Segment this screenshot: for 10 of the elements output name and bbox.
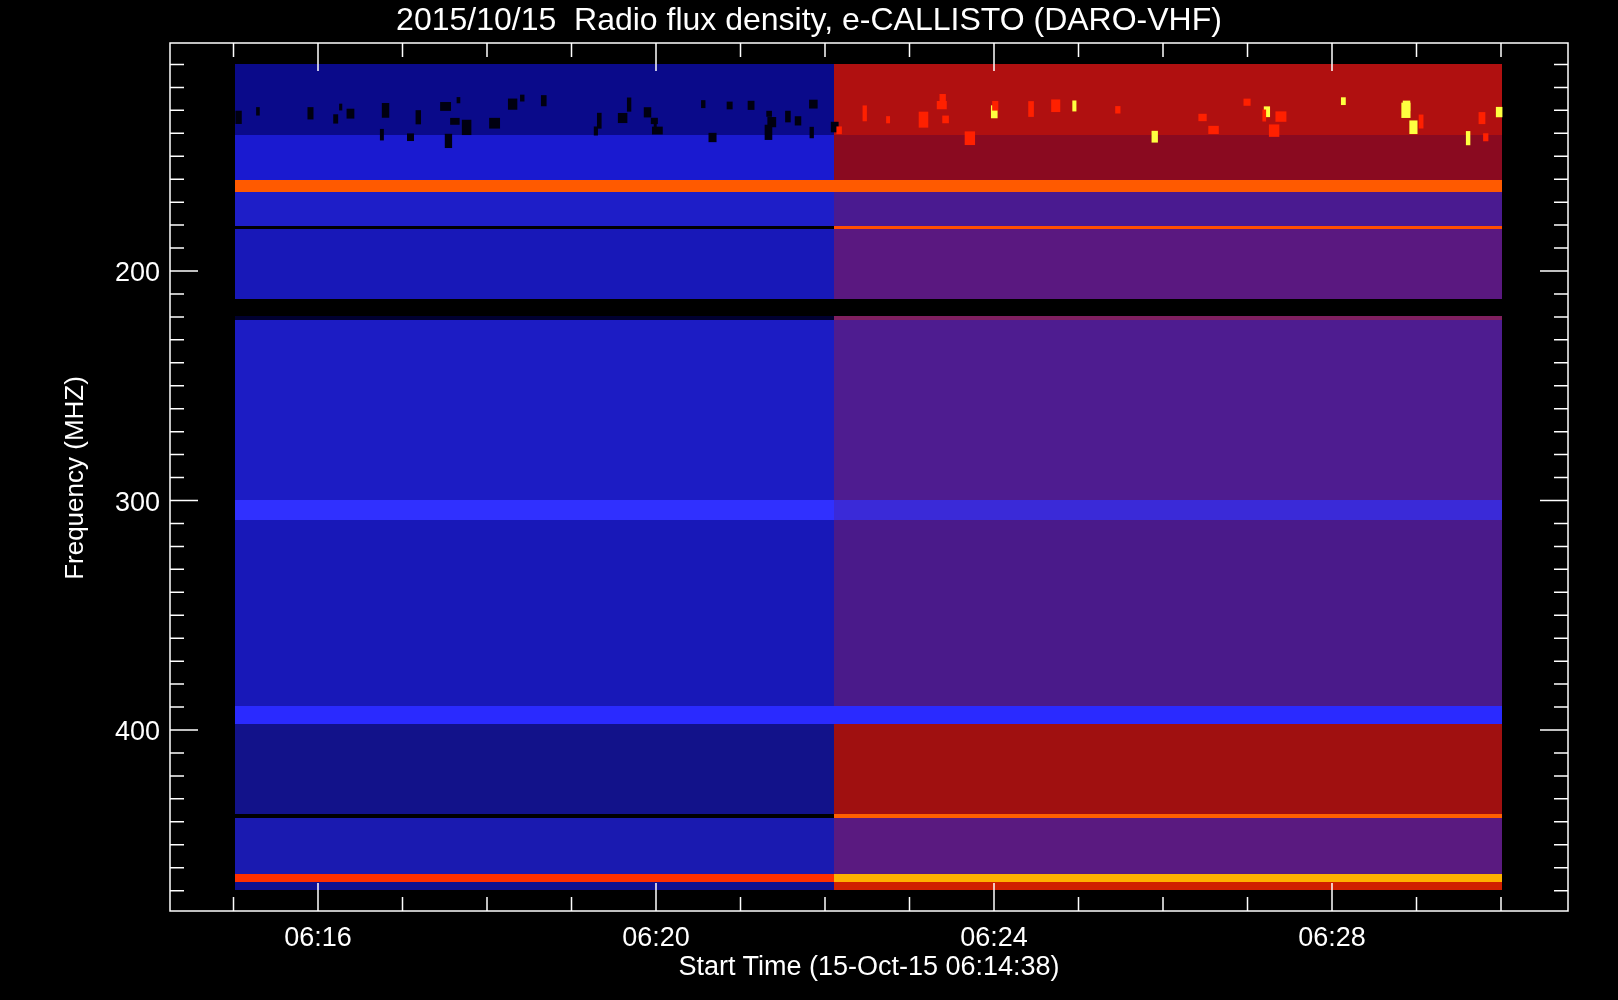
x-tick-label: 06:24 (960, 922, 1028, 952)
y-tick-label: 200 (114, 257, 160, 287)
x-tick-label: 06:20 (622, 922, 690, 952)
y-axis-label: Frequency (MHZ) (59, 376, 89, 580)
y-tick-label: 300 (114, 486, 160, 517)
y-tick-label: 400 (114, 716, 160, 746)
x-tick-label: 06:28 (1298, 922, 1366, 952)
chart-title: 2015/10/15 Radio flux density, e-CALLISTO (DARO-VHF) (396, 1, 1222, 37)
x-axis-label: Start Time (15-Oct-15 06:14:38) (678, 951, 1060, 981)
x-tick-label: 06:16 (284, 922, 352, 952)
